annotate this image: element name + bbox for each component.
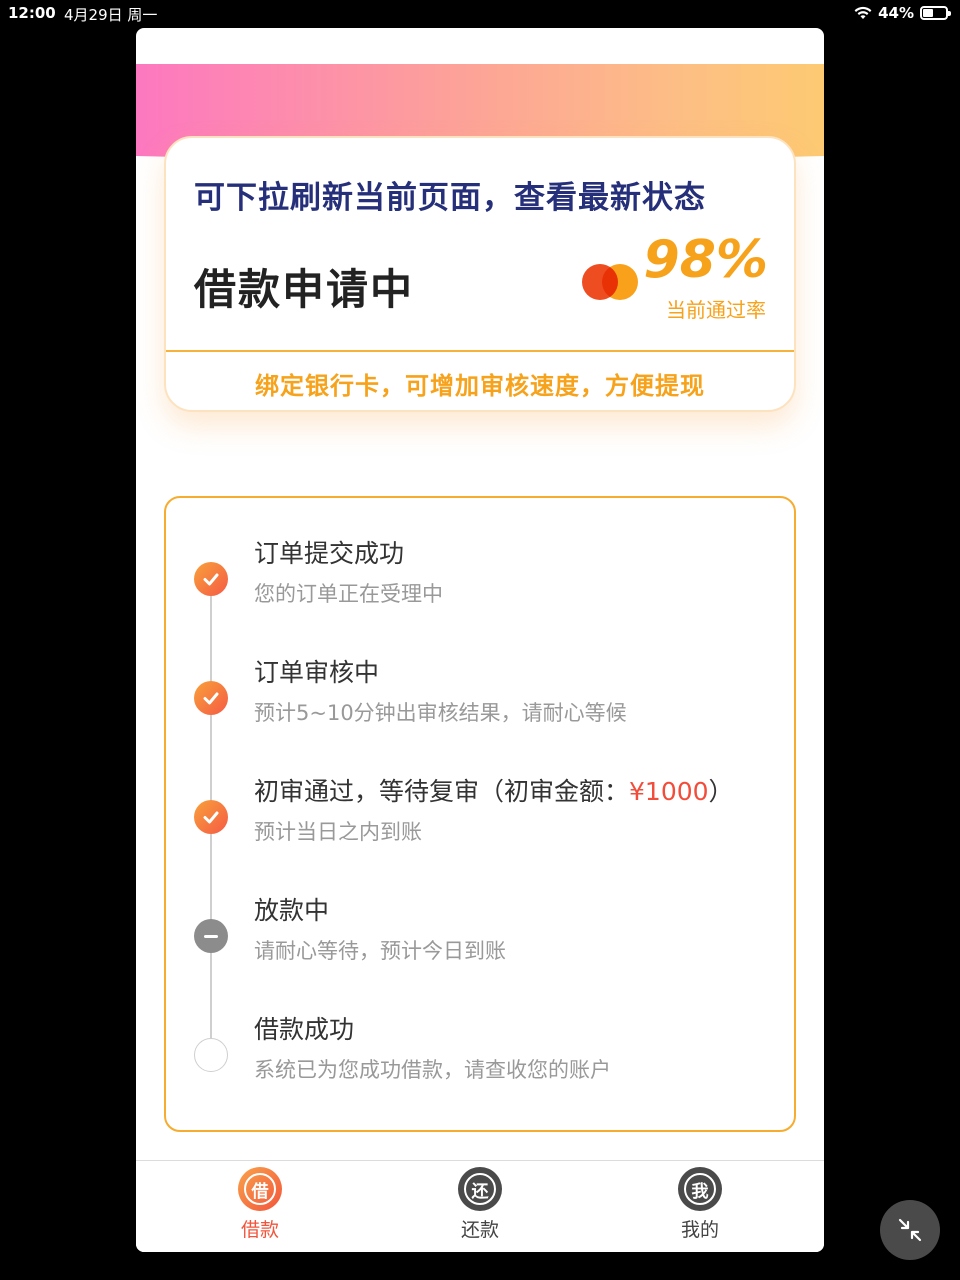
repay-icon: 还 bbox=[458, 1167, 502, 1211]
step-done-icon bbox=[194, 681, 228, 715]
step-title: 订单提交成功 bbox=[254, 539, 405, 568]
initial-amount: ¥1000 bbox=[629, 777, 709, 806]
loan-status-title: 借款申请中 bbox=[194, 265, 415, 314]
battery-percent: 44% bbox=[878, 4, 914, 22]
tab-label: 借款 bbox=[240, 1219, 279, 1241]
step-title: 订单审核中 bbox=[254, 658, 380, 687]
bind-card-link[interactable]: 绑定银行卡，可增加审核速度，方便提现 bbox=[166, 366, 794, 401]
status-date: 4月29日 周一 bbox=[64, 6, 158, 24]
step-in-progress-icon bbox=[194, 919, 228, 953]
collapse-button[interactable] bbox=[880, 1200, 940, 1260]
step-title-prefix: 初审通过，等待复审（初审金额： bbox=[254, 777, 630, 806]
pass-rate-label: 当前通过率 bbox=[666, 298, 766, 322]
step-desc: 系统已为您成功借款，请查收您的账户 bbox=[254, 1058, 611, 1082]
step-pending-icon bbox=[194, 1038, 228, 1072]
loan-status-card: 可下拉刷新当前页面，查看最新状态 借款申请中 98% 当前通过率 绑定银行卡，可… bbox=[164, 136, 796, 412]
tab-label: 我的 bbox=[680, 1219, 719, 1241]
minus-icon bbox=[204, 934, 218, 938]
wifi-icon bbox=[854, 6, 872, 19]
check-icon bbox=[203, 692, 219, 705]
step-done-icon bbox=[194, 562, 228, 596]
step-desc: 预计5~10分钟出审核结果，请耐心等候 bbox=[254, 701, 627, 725]
step-initial-approved: 初审通过，等待复审（初审金额：¥1000） 预计当日之内到账 bbox=[166, 764, 794, 864]
step-done-icon bbox=[194, 800, 228, 834]
collapse-arrows-icon bbox=[898, 1218, 922, 1242]
step-loan-success: 借款成功 系统已为您成功借款，请查收您的账户 bbox=[166, 1002, 794, 1102]
card-brand-orange-circle bbox=[602, 264, 638, 300]
check-icon bbox=[203, 573, 219, 586]
pass-rate-value: 98% bbox=[643, 230, 768, 290]
status-time: 12:00 bbox=[8, 4, 56, 22]
check-icon bbox=[203, 811, 219, 824]
profile-icon-glyph: 我 bbox=[684, 1173, 716, 1205]
profile-icon: 我 bbox=[678, 1167, 722, 1211]
borrow-icon: 借 bbox=[238, 1167, 282, 1211]
step-title: 放款中 bbox=[254, 896, 330, 925]
card-divider bbox=[166, 350, 794, 352]
app-window: 可下拉刷新当前页面，查看最新状态 借款申请中 98% 当前通过率 绑定银行卡，可… bbox=[136, 28, 824, 1252]
status-right: 44% bbox=[854, 4, 951, 22]
step-order-review: 订单审核中 预计5~10分钟出审核结果，请耐心等候 bbox=[166, 645, 794, 745]
step-desc: 预计当日之内到账 bbox=[254, 820, 422, 844]
step-order-submitted: 订单提交成功 您的订单正在受理中 bbox=[166, 526, 794, 626]
card-brand-icon bbox=[580, 264, 640, 300]
progress-timeline: 订单提交成功 您的订单正在受理中 订单审核中 预计5~10分钟出审核结果，请耐心… bbox=[164, 496, 796, 1132]
step-disbursing: 放款中 请耐心等待，预计今日到账 bbox=[166, 883, 794, 983]
step-title-suffix: ） bbox=[708, 777, 734, 806]
step-title: 初审通过，等待复审（初审金额：¥1000） bbox=[254, 772, 734, 808]
borrow-icon-glyph: 借 bbox=[244, 1173, 276, 1205]
repay-icon-glyph: 还 bbox=[464, 1173, 496, 1205]
status-bar: 12:00 4月29日 周一 44% bbox=[0, 0, 960, 26]
tab-repay[interactable]: 还 还款 bbox=[420, 1167, 540, 1242]
tab-borrow[interactable]: 借 借款 bbox=[200, 1167, 320, 1242]
step-desc: 请耐心等待，预计今日到账 bbox=[254, 939, 506, 963]
step-desc: 您的订单正在受理中 bbox=[254, 582, 443, 606]
refresh-tip: 可下拉刷新当前页面，查看最新状态 bbox=[194, 180, 706, 216]
tab-mine[interactable]: 我 我的 bbox=[640, 1167, 760, 1242]
battery-icon bbox=[920, 6, 951, 20]
tab-label: 还款 bbox=[460, 1219, 499, 1241]
battery-fill bbox=[923, 9, 933, 17]
bottom-tab-bar: 借 借款 还 还款 我 我的 bbox=[136, 1160, 824, 1252]
step-title: 借款成功 bbox=[254, 1015, 355, 1044]
